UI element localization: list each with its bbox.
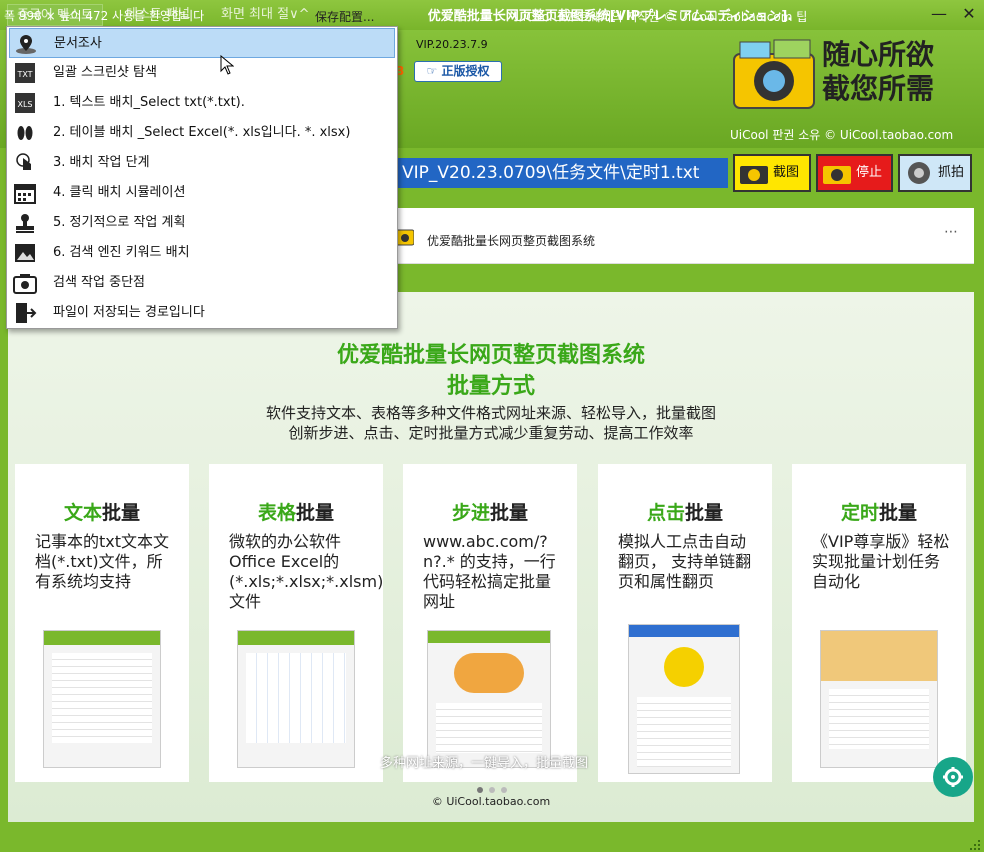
card-screenshot bbox=[43, 630, 161, 768]
calendar-icon bbox=[14, 184, 36, 204]
card-desc: 《VIP尊享版》轻松实现批量计划任务自动化 bbox=[812, 532, 950, 591]
banner-caption: 多种网址来源，一键导入，批量截图 bbox=[380, 756, 589, 771]
main-subtitle: 批量方式 bbox=[446, 374, 535, 399]
tab-maximize[interactable]: 화면 최대 절∨^ bbox=[212, 4, 318, 26]
menu-item-table-batch[interactable]: 2. 테이블 배치 _Select Excel(*. xls입니다. *. xl… bbox=[9, 118, 395, 148]
camera-icon bbox=[740, 166, 768, 184]
intro-line-1: 软件支持文本、表格等多种文件格式网址来源、轻松导入，批量截图 bbox=[265, 404, 716, 422]
card-screenshot bbox=[427, 630, 551, 768]
touch-hand-icon bbox=[16, 153, 31, 170]
settings-fab[interactable] bbox=[933, 757, 973, 797]
feature-card-timer: 定时批量 《VIP尊享版》轻松实现批量计划任务自动化 bbox=[792, 464, 966, 782]
gear-icon bbox=[943, 767, 963, 787]
menu-item-batch-browse[interactable]: TXT 일괄 스크린샷 탐색 bbox=[9, 58, 395, 88]
feature-card-step: 步进批量 www.abc.com/?n?.* 的支持，一行代码轻松搞定批量网址 bbox=[403, 464, 577, 782]
menu-item-breakpoint[interactable]: 검색 작업 중단점 bbox=[9, 268, 395, 298]
card-title: 表格批量 bbox=[257, 502, 335, 524]
card-screenshot bbox=[628, 624, 740, 774]
slogan-line-2: 截您所需 bbox=[822, 72, 935, 105]
status-bar bbox=[0, 822, 984, 852]
stop-label: 停止 bbox=[856, 165, 883, 180]
menu-item-keyword-batch[interactable]: 6. 검색 엔진 키워드 배치 bbox=[9, 238, 395, 268]
menu-item-scheduled-task[interactable]: 5. 정기적으로 작업 계획 bbox=[9, 208, 395, 238]
map-pin-icon bbox=[16, 35, 36, 54]
menu-item-step-batch[interactable]: 3. 배치 작업 단계 bbox=[9, 148, 395, 178]
feature-card-click: 点击批量 模拟人工点击自动翻页， 支持单链翻页和属性翻页 bbox=[598, 464, 772, 782]
menu-item-text-batch[interactable]: XLS 1. 텍스트 배치_Select txt(*.txt). bbox=[9, 88, 395, 118]
version-label: VIP.20.23.7.9 bbox=[416, 38, 488, 51]
browser-title: 优爱酷批量长网页整页截图系统 bbox=[427, 234, 596, 248]
card-title: 点击批量 bbox=[646, 502, 724, 524]
card-title: 文本批量 bbox=[63, 502, 141, 524]
auth-button[interactable]: ☞ 正版授权 bbox=[414, 61, 502, 82]
intro-line-2: 创新步进、点击、定时批量方式减少重复劳动、提高工作效率 bbox=[288, 424, 694, 442]
feature-card-text: 文本批量 记事本的txt文本文档(*.txt)文件，所有系统均支持 bbox=[15, 464, 189, 782]
card-screenshot bbox=[237, 630, 355, 768]
auth-button-label: 正版授权 bbox=[441, 64, 490, 78]
menu-item-click-batch[interactable]: 4. 클릭 배치 시뮬레이션 bbox=[9, 178, 395, 208]
lens-icon bbox=[908, 162, 930, 184]
footprints-icon bbox=[17, 126, 33, 140]
dropdown-menu: 문서조사 TXT 일괄 스크린샷 탐색 XLS 1. 텍스트 배치_Select… bbox=[6, 26, 398, 329]
close-button[interactable]: ✕ bbox=[956, 2, 982, 26]
app-icon bbox=[396, 229, 414, 246]
brand-slogan: 随心所欲 截您所需 bbox=[822, 38, 967, 116]
screenshot-label: 截图 bbox=[773, 165, 800, 180]
status-copyright: UiCool 소프트웨어의 저작권 © UiCool.taobao.com 팁 bbox=[514, 10, 808, 24]
menu-item-save-path[interactable]: 파일이 저장되는 경로입니다 bbox=[9, 298, 395, 328]
banner-copyright: © UiCool.taobao.com bbox=[431, 795, 551, 808]
main-title: 优爱酷批量长网页整页截图系统 bbox=[336, 343, 645, 368]
image-icon bbox=[15, 244, 35, 262]
copyright-top: UiCool 판권 소유 © UiCool.taobao.com bbox=[730, 128, 954, 142]
card-title: 步进批量 bbox=[451, 502, 529, 524]
card-screenshot bbox=[820, 630, 938, 768]
resize-grip-icon[interactable] bbox=[968, 838, 982, 850]
stop-camera-icon bbox=[823, 166, 851, 184]
card-title: 定时批量 bbox=[840, 502, 918, 524]
card-desc: 模拟人工点击自动翻页， 支持单链翻页和属性翻页 bbox=[618, 532, 752, 591]
mouse-cursor-icon bbox=[220, 55, 234, 75]
auth-icon: ☞ bbox=[426, 64, 442, 78]
card-desc: 微软的办公软件Office Excel的(*.xls;*.xlsx;*.xlsm… bbox=[229, 532, 384, 611]
svg-text:XLS: XLS bbox=[17, 100, 32, 109]
grab-button[interactable]: 抓拍 bbox=[898, 154, 972, 192]
camera-icon bbox=[13, 274, 37, 294]
more-icon[interactable]: ⋯ bbox=[944, 224, 958, 240]
svg-text:TXT: TXT bbox=[16, 70, 32, 79]
xls-file-icon: XLS bbox=[15, 93, 35, 113]
grab-label: 抓拍 bbox=[938, 165, 965, 180]
txt-file-icon: TXT bbox=[15, 63, 35, 83]
task-path-field[interactable]: VIP_V20.23.0709\任务文件\定时1.txt bbox=[396, 158, 728, 188]
card-desc: 记事本的txt文本文档(*.txt)文件，所有系统均支持 bbox=[35, 532, 170, 591]
status-size-welcome: 폭 998 × 높이 472 사용을 환영합니다 bbox=[4, 9, 205, 23]
save-config-link[interactable]: 保存配置... bbox=[315, 8, 374, 25]
exit-door-icon bbox=[16, 303, 37, 323]
card-desc: www.abc.com/?n?.* 的支持，一行代码轻松搞定批量网址 bbox=[423, 532, 556, 611]
stop-button[interactable]: 停止 bbox=[816, 154, 893, 192]
minimize-button[interactable]: — bbox=[926, 2, 952, 26]
camera-logo-icon bbox=[733, 39, 815, 109]
carousel-dots[interactable] bbox=[472, 785, 512, 795]
stamp-icon bbox=[16, 214, 34, 233]
screenshot-button[interactable]: 截图 bbox=[733, 154, 811, 192]
menu-item-document-search[interactable]: 문서조사 bbox=[9, 28, 395, 58]
feature-card-excel: 表格批量 微软的办公软件Office Excel的(*.xls;*.xlsx;*… bbox=[209, 464, 383, 782]
slogan-line-1: 随心所欲 bbox=[822, 38, 935, 71]
